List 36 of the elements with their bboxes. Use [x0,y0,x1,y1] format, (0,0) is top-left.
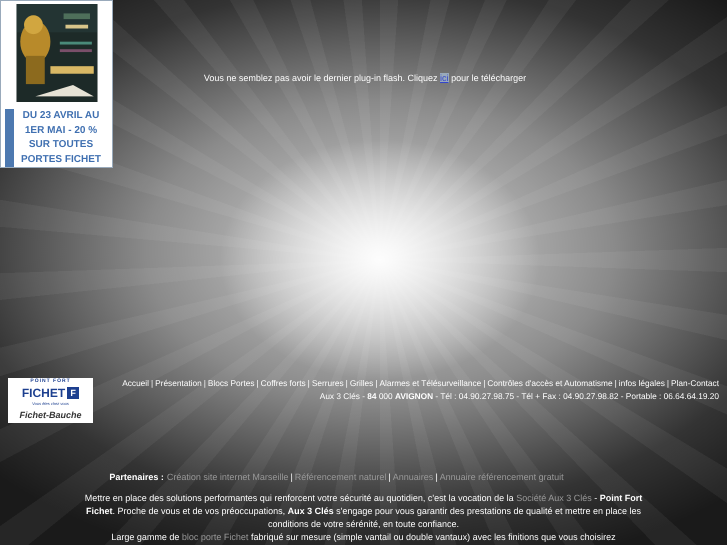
separator: | [666,378,670,388]
separator: | [482,378,486,388]
nav-link[interactable]: infos légales [618,378,665,388]
separator: | [289,472,294,482]
separator: | [434,472,439,482]
partner-link[interactable]: Création site internet Marseille [166,472,288,482]
accent-bar [4,109,14,167]
nav-link[interactable]: Plan-Contact [671,378,719,388]
separator: | [374,378,378,388]
nav-link[interactable]: Accueil [122,378,149,388]
nav-link[interactable]: Blocs Portes [208,378,254,388]
partner-link[interactable]: Annuaires [392,472,434,482]
separator: | [387,472,392,482]
partners-label: Partenaires : [109,472,164,482]
download-link[interactable]: ici [440,73,449,83]
partner-link[interactable]: Annuaire référencement gratuit [440,472,564,482]
nav-link[interactable]: Présentation [155,378,202,388]
separator: | [150,378,154,388]
separator: | [255,378,260,388]
separator: | [344,378,349,388]
intro-paragraph: Mettre en place des solutions performantes qui renforcent votre sécurité au quotidien, c'est la vocation de la Société Aux 3 Clés - Point Fort Fichet. Proche de vous et de vos préoccupations, Aux 3 Clés s'engage pour vous garantir des prestations de qualité et mettre en place les conditions de votre sérénité, en toute confiance. Large gamme de bloc porte Fichet fabriqué sur mesure (simple vantail ou double vantaux) avec les finitions que vous choisirez [84,492,644,544]
separator: | [614,378,618,388]
nav-link[interactable]: Alarmes et Télésurveillance [379,378,482,388]
nav-link[interactable]: Contrôles d'accès et Automatisme [487,378,613,388]
promo-text: DU 23 AVRIL AU 1ER MAI - 20 % SUR TOUTES PORTES FICHET [20,109,102,166]
text-link[interactable]: bloc porte Fichet [182,532,248,542]
nav-link[interactable]: Serrures [312,378,344,388]
separator: | [306,378,311,388]
text-link[interactable]: Société Aux 3 Clés [516,493,592,503]
separator: | [202,378,207,388]
promo-card[interactable]: DU 23 AVRIL AU 1ER MAI - 20 % SUR TOUTES PORTES FICHET [0,0,113,168]
partner-link[interactable]: Référencement naturel [294,472,386,482]
nav-link[interactable]: Coffres forts [260,378,306,388]
nav-link[interactable]: Grilles [350,378,374,388]
flash-notice: Vous ne semblez pas avoir le dernier plug-in flash. Cliquez ici pour le télécharger [202,72,528,83]
address-text: Aux 3 Clés - 84 000 AVIGNON - Tél : 04.90.27.98.75 - Tél + Fax : 04.90.27.98.82 - Portable : 06.64.64.19.20 [320,391,719,401]
